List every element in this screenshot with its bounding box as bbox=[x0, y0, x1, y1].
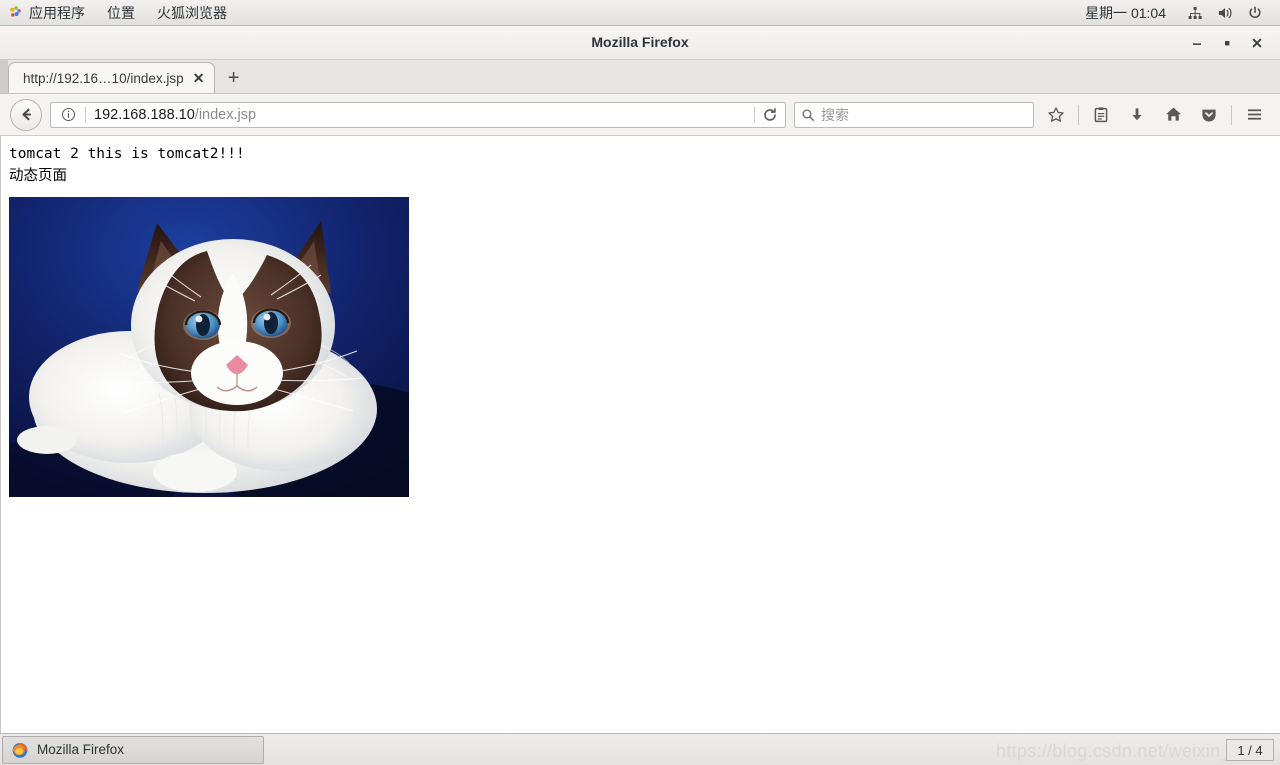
search-icon bbox=[801, 108, 815, 122]
ragdoll-cat-photo bbox=[9, 197, 409, 498]
panel-menu-places[interactable]: 位置 bbox=[96, 0, 146, 25]
desktop-top-panel: 应用程序 位置 火狐浏览器 星期一 01:04 bbox=[0, 0, 1280, 26]
bookmark-star-icon[interactable] bbox=[1040, 99, 1072, 131]
url-path: /index.jsp bbox=[194, 106, 257, 123]
reload-icon[interactable] bbox=[757, 103, 783, 127]
window-close-button[interactable] bbox=[1242, 29, 1272, 57]
url-host: 192.168.188.10 bbox=[94, 106, 195, 123]
panel-menu-firefox[interactable]: 火狐浏览器 bbox=[146, 0, 238, 25]
firefox-icon bbox=[11, 741, 29, 759]
gnome-foot-icon bbox=[8, 5, 23, 20]
window-title: Mozilla Firefox bbox=[591, 34, 689, 50]
downloads-icon[interactable] bbox=[1121, 99, 1153, 131]
pocket-icon[interactable] bbox=[1193, 99, 1225, 131]
panel-menu-places-label: 位置 bbox=[107, 4, 135, 21]
panel-menu-group: 应用程序 位置 火狐浏览器 bbox=[0, 0, 238, 25]
page-text-line-1: tomcat 2 this is tomcat2!!! bbox=[9, 146, 245, 162]
taskbar-item-label: Mozilla Firefox bbox=[37, 742, 125, 757]
url-bar-actions bbox=[752, 103, 783, 127]
toolbar-icon-group bbox=[1038, 99, 1272, 131]
search-bar[interactable]: 搜索 bbox=[794, 101, 1034, 128]
volume-icon[interactable] bbox=[1215, 3, 1235, 23]
panel-status-group: 星期一 01:04 bbox=[1079, 0, 1280, 25]
url-text: 192.168.188.10/index.jsp bbox=[94, 107, 752, 123]
panel-clock[interactable]: 星期一 01:04 bbox=[1079, 3, 1180, 23]
workspace-switcher[interactable]: 1 / 4 bbox=[1226, 739, 1274, 761]
search-input[interactable]: 搜索 bbox=[821, 105, 849, 125]
page-text-line-2: 动态页面 bbox=[9, 167, 67, 184]
url-separator bbox=[85, 106, 86, 123]
taskbar-item-firefox[interactable]: Mozilla Firefox bbox=[2, 735, 264, 764]
page-content: tomcat 2 this is tomcat2!!! 动态页面 bbox=[0, 136, 1280, 733]
url-bar[interactable]: 192.168.188.10/index.jsp bbox=[50, 101, 786, 128]
window-titlebar[interactable]: Mozilla Firefox bbox=[0, 26, 1280, 60]
back-button[interactable] bbox=[10, 98, 42, 131]
panel-menu-firefox-label: 火狐浏览器 bbox=[157, 4, 227, 21]
tab-strip: http://192.16…10/index.jsp ✕ + bbox=[0, 60, 1280, 94]
window-maximize-button[interactable] bbox=[1212, 29, 1242, 57]
firefox-window: Mozilla Firefox http://192.16…10/index.j… bbox=[0, 26, 1280, 733]
home-icon[interactable] bbox=[1157, 99, 1189, 131]
window-minimize-button[interactable] bbox=[1182, 29, 1212, 57]
browser-tab-label: http://192.16…10/index.jsp bbox=[23, 70, 184, 86]
new-tab-button[interactable]: + bbox=[219, 63, 249, 93]
window-control-group bbox=[1182, 26, 1272, 59]
info-icon[interactable] bbox=[59, 106, 77, 124]
url-separator-right bbox=[754, 106, 755, 123]
library-icon[interactable] bbox=[1085, 99, 1117, 131]
power-icon[interactable] bbox=[1245, 3, 1265, 23]
menu-hamburger-icon[interactable] bbox=[1238, 99, 1270, 131]
tabstrip-left-shoulder bbox=[0, 60, 8, 93]
network-icon[interactable] bbox=[1185, 3, 1205, 23]
panel-menu-applications-label: 应用程序 bbox=[29, 4, 85, 21]
toolbar-separator bbox=[1078, 104, 1079, 125]
close-icon[interactable]: ✕ bbox=[190, 69, 208, 87]
navigation-toolbar: 192.168.188.10/index.jsp 搜索 bbox=[0, 94, 1280, 136]
toolbar-separator-2 bbox=[1231, 104, 1232, 125]
browser-tab-active[interactable]: http://192.16…10/index.jsp ✕ bbox=[8, 62, 215, 93]
tabstrip-empty-area bbox=[249, 60, 1280, 93]
desktop-taskbar: Mozilla Firefox https://blog.csdn.net/we… bbox=[0, 733, 1280, 765]
panel-menu-applications[interactable]: 应用程序 bbox=[0, 0, 96, 25]
